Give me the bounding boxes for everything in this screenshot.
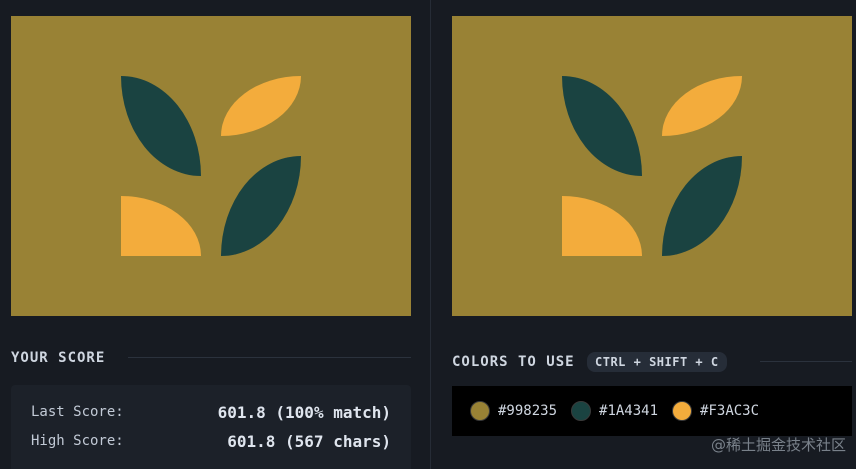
score-panel: Last Score: 601.8 (100% match) High Scor… bbox=[11, 385, 411, 469]
swatch-dot bbox=[470, 401, 490, 421]
light-leaf-bottom-left bbox=[562, 196, 642, 256]
dark-leaf-top-left bbox=[562, 76, 642, 176]
last-score-row: Last Score: 601.8 (100% match) bbox=[31, 400, 391, 424]
watermark: @稀土掘金技术社区 bbox=[710, 436, 846, 454]
high-score-row: High Score: 601.8 (567 chars) bbox=[31, 429, 391, 453]
swatch-hex: #F3AC3C bbox=[700, 403, 760, 419]
swatch-hex: #998235 bbox=[498, 403, 558, 419]
swatch-dark[interactable]: #1A4341 bbox=[571, 401, 658, 421]
high-score-value: 601.8 (567 chars) bbox=[227, 431, 391, 451]
output-canvas[interactable] bbox=[11, 16, 411, 316]
colors-heading-line bbox=[760, 361, 852, 362]
swatch-light[interactable]: #F3AC3C bbox=[672, 401, 759, 421]
swatch-dot bbox=[672, 401, 693, 421]
last-score-label: Last Score: bbox=[31, 404, 124, 420]
dark-leaf-top-left bbox=[121, 76, 201, 176]
score-heading-line bbox=[128, 357, 411, 358]
panel-divider bbox=[430, 0, 431, 469]
last-score-value: 601.8 (100% match) bbox=[217, 402, 391, 422]
copy-colors-shortcut: CTRL + SHIFT + C bbox=[587, 352, 727, 372]
light-leaf-top-right bbox=[662, 76, 742, 136]
light-leaf-bottom-left bbox=[121, 196, 201, 256]
light-leaf-top-right bbox=[221, 76, 301, 136]
score-heading: YOUR SCORE bbox=[11, 350, 106, 366]
dark-leaf-bottom-right bbox=[221, 156, 301, 256]
target-canvas bbox=[452, 16, 852, 316]
dark-leaf-bottom-right bbox=[662, 156, 742, 256]
high-score-label: High Score: bbox=[31, 433, 124, 449]
swatch-dot bbox=[571, 401, 592, 421]
swatch-hex: #1A4341 bbox=[599, 403, 659, 419]
swatch-background[interactable]: #998235 bbox=[470, 401, 557, 421]
colors-heading: COLORS TO USE bbox=[452, 354, 575, 370]
color-palette: #998235 #1A4341 #F3AC3C bbox=[452, 386, 852, 436]
